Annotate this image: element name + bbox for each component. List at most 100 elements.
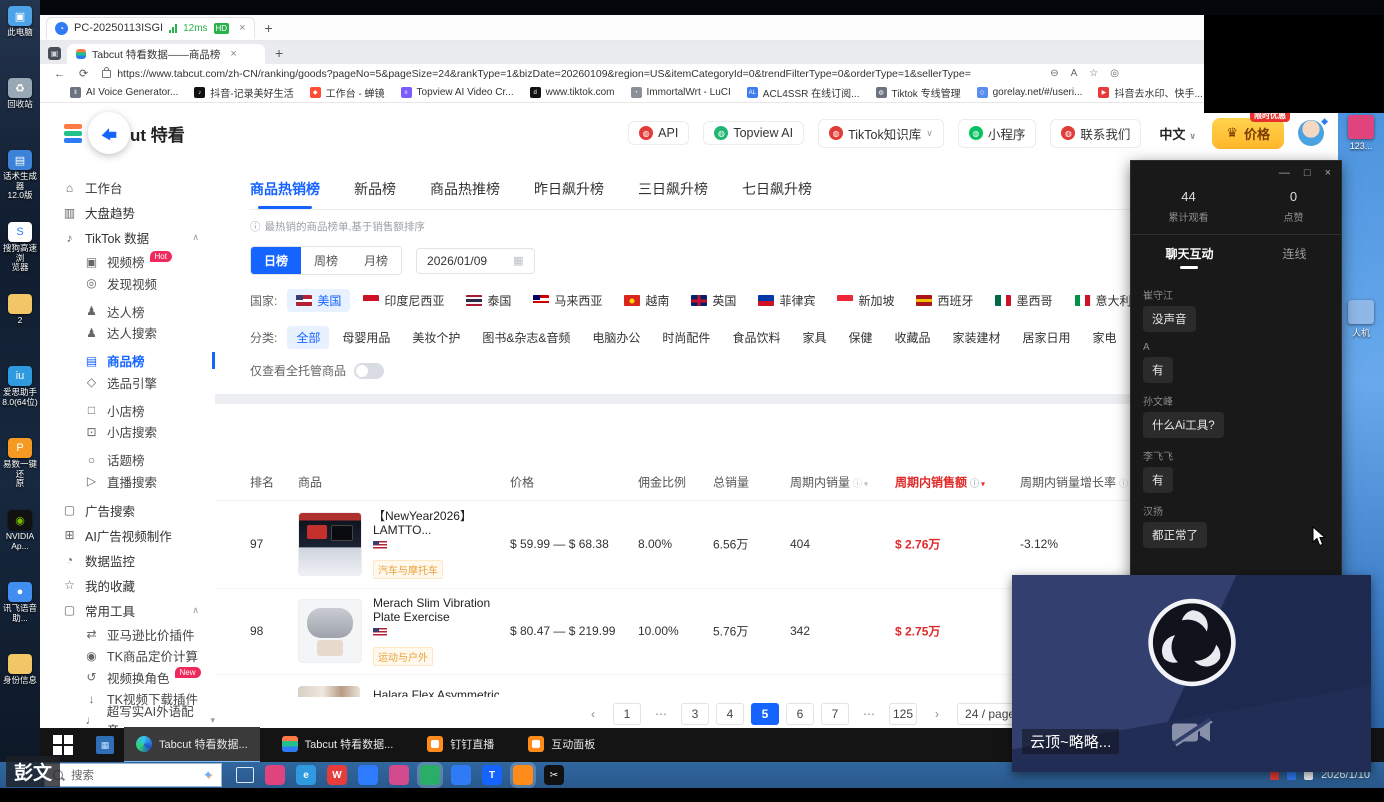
country-越南[interactable]: 越南: [615, 289, 678, 312]
taskbar-icon-blue-square-app[interactable]: T: [482, 765, 502, 785]
bookmark-item[interactable]: ◇gorelay.net/#/useri...: [977, 85, 1083, 100]
category-电脑办公[interactable]: 电脑办公: [583, 326, 649, 349]
category-家装建材[interactable]: 家装建材: [944, 326, 1010, 349]
refresh-icon[interactable]: ⟳: [79, 67, 88, 80]
bookmark-item[interactable]: dwww.tiktok.com: [530, 85, 615, 100]
taskbar-app-互动面板[interactable]: 互动面板: [516, 727, 607, 763]
bookmark-item[interactable]: ALACL4SSR 在线订阅...: [747, 85, 860, 100]
tab-三日飙升榜[interactable]: 三日飙升榜: [638, 179, 708, 209]
page-3[interactable]: 3: [681, 703, 709, 725]
nav-item-API[interactable]: ◍API: [628, 121, 689, 145]
sidebar-item-video-rank[interactable]: ▣视频榜Hot: [40, 252, 215, 271]
chat-tab-聊天互动[interactable]: 聊天互动: [1165, 245, 1213, 269]
taskbar-app-钉钉直播[interactable]: 钉钉直播: [415, 727, 506, 763]
address-bar-icon[interactable]: ☆: [1089, 68, 1098, 79]
tab-七日飙升榜[interactable]: 七日飙升榜: [742, 179, 812, 209]
sidebar-item-creator-rank[interactable]: ♟达人榜: [40, 302, 215, 321]
date-picker[interactable]: 2026/01/09 ▦: [416, 248, 534, 274]
country-泰国[interactable]: 泰国: [457, 289, 520, 312]
category-居家日用[interactable]: 居家日用: [1014, 326, 1080, 349]
desktop-icon-易数一键还[interactable]: P易数一键还 原: [0, 438, 40, 489]
sidebar-item-product-picker[interactable]: ◇选品引擎: [40, 373, 215, 392]
bookmark-item[interactable]: ııTopview AI Video Cr...: [401, 85, 514, 100]
desktop-icon-话术生成器[interactable]: ▤话术生成器 12.0版: [0, 150, 40, 201]
system-app-icon[interactable]: ▦: [96, 736, 114, 754]
tab-商品热推榜[interactable]: 商品热推榜: [430, 179, 500, 209]
language-selector[interactable]: 中文 ∨: [1159, 124, 1196, 143]
desktop-icon-NVIDIA Ap...[interactable]: ◉NVIDIA Ap...: [0, 510, 40, 551]
copilot-sparkle-icon[interactable]: ✦: [203, 768, 213, 782]
bookmark-item[interactable]: ♪抖音-记录美好生活: [194, 85, 293, 100]
taskbar-icon-blue-app[interactable]: [451, 765, 471, 785]
category-收藏品[interactable]: 收藏品: [885, 326, 939, 349]
pricing-button[interactable]: ♛ 价格 限时优惠: [1212, 118, 1284, 149]
nav-item-小程序[interactable]: ◍小程序: [958, 119, 1037, 148]
tab-新品榜[interactable]: 新品榜: [354, 179, 396, 209]
taskbar-icon-wps-office[interactable]: W: [327, 765, 347, 785]
bookmark-item[interactable]: ▶抖音去水印、快手...: [1098, 85, 1202, 100]
page-7[interactable]: 7: [821, 703, 849, 725]
page-arrow[interactable]: ›: [924, 704, 950, 724]
bookmark-item[interactable]: ◍Tiktok 专线管理: [876, 85, 961, 100]
desktop-icon-此电脑[interactable]: ▣此电脑: [0, 6, 40, 38]
address-bar-icon[interactable]: ⊖: [1050, 68, 1058, 79]
nav-item-TikTok知识库[interactable]: ◍TikTok知识库∨: [818, 119, 944, 148]
taskbar-icon-capcut[interactable]: ✂: [544, 765, 564, 785]
minimize-icon[interactable]: —: [1279, 167, 1290, 179]
product-title[interactable]: Merach Slim Vibration Plate Exercise Mac…: [373, 596, 501, 624]
address-bar-icon[interactable]: ◎: [1110, 68, 1119, 79]
country-印度尼西亚[interactable]: 印度尼西亚: [354, 289, 453, 312]
url-text[interactable]: https://www.tabcut.com/zh-CN/ranking/goo…: [117, 68, 971, 80]
sidebar-item-ad-search[interactable]: ▢广告搜索: [40, 500, 215, 521]
sidebar-item-market-trends[interactable]: ▥大盘趋势: [40, 202, 215, 223]
sidebar-item-data-monitor[interactable]: ◔数据监控: [40, 550, 215, 571]
sidebar-item-live-search[interactable]: ▷直播搜索: [40, 472, 215, 491]
category-母婴用品[interactable]: 母婴用品: [333, 326, 399, 349]
taskbar-icon-pink-app[interactable]: [389, 765, 409, 785]
sidebar-item-discover-videos[interactable]: ◎发现视频: [40, 274, 215, 293]
taskbar-icon-wechat[interactable]: [420, 765, 440, 785]
new-session-button[interactable]: +: [265, 20, 273, 36]
country-英国[interactable]: 英国: [682, 289, 745, 312]
desktop-icon-2[interactable]: 2: [0, 294, 40, 326]
category-图书&杂志&音频[interactable]: 图书&杂志&音频: [473, 326, 579, 349]
country-墨西哥[interactable]: 墨西哥: [986, 289, 1061, 312]
category-家具[interactable]: 家具: [793, 326, 835, 349]
site-logo[interactable]: ut 特看: [64, 112, 185, 154]
close-icon[interactable]: ×: [1325, 167, 1331, 179]
floating-widget[interactable]: [88, 112, 130, 154]
page-5[interactable]: 5: [751, 703, 779, 725]
sidebar-item-common-tools[interactable]: ▢常用工具∧: [40, 600, 215, 621]
page-1[interactable]: 1: [613, 703, 641, 725]
sidebar-item-topic-rank[interactable]: ○话题榜: [40, 450, 215, 469]
workspaces-icon[interactable]: ▣: [48, 47, 61, 60]
category-全部[interactable]: 全部: [287, 326, 329, 349]
maximize-icon[interactable]: □: [1304, 167, 1311, 179]
back-icon[interactable]: ←: [54, 68, 65, 80]
sidebar-item-shop-search[interactable]: ⊡小店搜索: [40, 422, 215, 441]
chat-tab-连线[interactable]: 连线: [1282, 245, 1306, 269]
sidebar-item-tk-pricing-calc[interactable]: ◉TK商品定价计算: [40, 646, 215, 665]
tab-商品热销榜[interactable]: 商品热销榜: [250, 179, 320, 209]
managed-goods-toggle[interactable]: [354, 363, 384, 379]
page-arrow[interactable]: ‹: [580, 704, 606, 724]
page-6[interactable]: 6: [786, 703, 814, 725]
country-马来西亚[interactable]: 马来西亚: [524, 289, 611, 312]
column-header-growth[interactable]: 周期内销量增长率ⓘ▾: [1020, 474, 1134, 491]
column-header-gmv[interactable]: 周期内销售额ⓘ▾: [895, 474, 985, 491]
sidebar-item-tiktok-data[interactable]: ♪TikTok 数据∧: [40, 227, 215, 248]
desktop-icon-讯飞语音助...[interactable]: ●讯飞语音助...: [0, 582, 40, 623]
start-button[interactable]: [52, 734, 74, 756]
taskbar-app-Tabcut 特看数据...[interactable]: Tabcut 特看数据...: [124, 727, 260, 763]
category-保健[interactable]: 保健: [839, 326, 881, 349]
period-月榜[interactable]: 月榜: [351, 247, 401, 274]
desktop-icon-人机[interactable]: 人机: [1342, 300, 1380, 339]
sidebar-item-shop-rank[interactable]: □小店榜: [40, 401, 215, 420]
taskbar-icon-chanjing-app[interactable]: [265, 765, 285, 785]
category-时尚配件[interactable]: 时尚配件: [653, 326, 719, 349]
bookmark-item[interactable]: ‖AI Voice Generator...: [70, 85, 178, 100]
taskbar-app-Tabcut 特看数据...[interactable]: Tabcut 特看数据...: [270, 727, 406, 763]
search-box[interactable]: 搜索 ✦: [44, 763, 222, 787]
desktop-icon-123...[interactable]: 123...: [1342, 115, 1380, 151]
desktop-icon-身份信息[interactable]: 身份信息: [0, 654, 40, 686]
